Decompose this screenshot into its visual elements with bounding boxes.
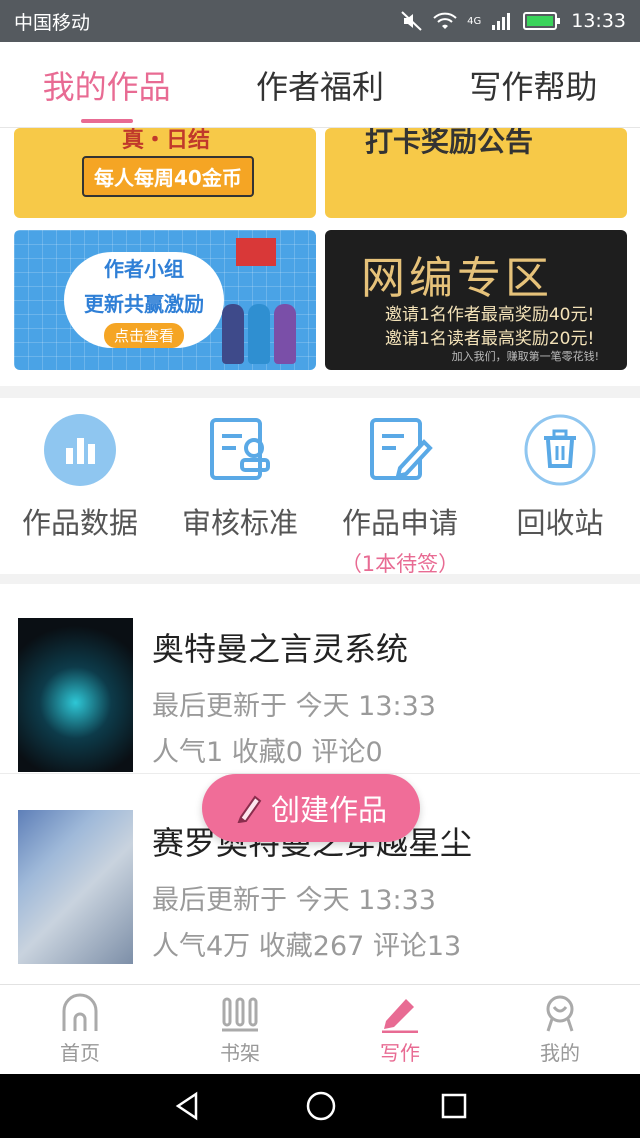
signal-icon [492,13,511,30]
tool-review-standard[interactable]: 审核标准 [160,398,320,574]
nav-home[interactable]: 首页 [0,985,160,1074]
tool-review-standard-label: 审核标准 [181,506,298,540]
carrier-label: 中国移动 [14,11,91,34]
banner-author-group[interactable]: 作者小组 更新共赢激励 点击查看 [14,230,316,370]
banner-author-group-card: 作者小组 更新共赢激励 点击查看 [64,252,224,348]
work-stats: 人气4万 收藏267 评论13 [152,931,462,962]
banner-view-button[interactable]: 点击查看 [103,322,184,348]
banner-checkin-reward-text: 打卡奖励公告 [365,128,534,158]
work-title: 奥特曼之言灵系统 [152,630,409,668]
status-icons: 4G 13:33 [401,10,626,32]
nav-home-label: 首页 [60,1041,100,1065]
nav-bookshelf[interactable]: 书架 [160,985,320,1074]
back-icon[interactable] [172,1091,202,1121]
recents-icon[interactable] [440,1092,468,1120]
clock: 13:33 [571,10,626,32]
bar-chart-icon [44,414,116,486]
tab-writing-help[interactable]: 写作帮助 [427,42,640,127]
tool-work-data-label: 作品数据 [21,506,138,540]
tools-row: 作品数据 审核标准 作品申请 （1本待签） 回收站 [0,398,640,576]
profile-icon [546,995,574,1032]
pen-icon [382,999,418,1033]
wifi-icon [433,12,457,29]
flag-icon [236,238,276,266]
banner-daily-coins[interactable]: 真・日结 每人每周40金币 [14,128,316,218]
pencil-icon [237,795,262,823]
review-doc-icon [204,414,276,486]
nav-bookshelf-label: 书架 [220,1041,260,1065]
mute-icon [401,11,422,31]
book-cover [18,810,133,964]
list-item[interactable]: 奥特曼之言灵系统 最后更新于 今天 13:33 人气1 收藏0 评论0 [0,584,640,774]
banner-editor-zone-footer: 加入我们，赚取第一笔零花钱! [451,350,599,363]
tool-work-data[interactable]: 作品数据 [0,398,160,574]
banner-editor-zone[interactable]: 网编专区 邀请1名作者最高奖励40元! 邀请1名读者最高奖励20元! 加入我们，… [325,230,627,370]
tool-recycle-bin-label: 回收站 [516,506,604,540]
people-illustration [222,304,296,364]
status-bar: 中国移动 4G 13:33 [0,0,640,42]
nav-write[interactable]: 写作 [320,985,480,1074]
work-stats: 人气1 收藏0 评论0 [152,737,383,768]
tool-recycle-bin[interactable]: 回收站 [480,398,640,574]
battery-icon [523,12,561,30]
edit-doc-icon [364,414,436,486]
tab-author-benefits[interactable]: 作者福利 [213,42,426,127]
banner-author-group-line2: 更新共赢激励 [84,291,204,316]
banner-author-group-line1: 作者小组 [104,256,184,281]
banner-editor-zone-line2: 邀请1名读者最高奖励20元! [385,329,595,349]
pending-sign-count: （1本待签） [340,552,460,576]
bottom-nav: 首页 书架 写作 我的 [0,984,640,1074]
book-cover [18,618,133,772]
tab-my-works[interactable]: 我的作品 [0,42,213,127]
banner-grid: 真・日结 每人每周40金币 打卡奖励公告 作者小组 更新共赢激励 点击查看 网编… [0,128,640,386]
nav-profile[interactable]: 我的 [480,985,640,1074]
top-tabs: 我的作品 作者福利 写作帮助 [0,42,640,128]
create-work-button[interactable]: 创建作品 [202,774,420,842]
home-circle-icon[interactable] [305,1090,337,1122]
create-work-label: 创建作品 [270,793,387,827]
bookshelf-icon [222,997,258,1032]
tool-work-apply-label: 作品申请 [341,506,458,540]
trash-icon [524,414,596,486]
home-icon [62,993,98,1031]
banner-editor-zone-title: 网编专区 [361,253,553,304]
banner-daily-coins-top: 真・日结 [122,128,211,153]
banner-daily-coins-text: 每人每周40金币 [82,156,254,197]
nav-profile-label: 我的 [540,1041,580,1065]
nav-write-label: 写作 [380,1041,420,1065]
tool-work-apply[interactable]: 作品申请 （1本待签） [320,398,480,576]
banner-editor-zone-line1: 邀请1名作者最高奖励40元! [385,305,595,325]
work-updated: 最后更新于 今天 13:33 [152,691,436,722]
network-label: 4G [467,15,482,27]
system-nav-bar [0,1074,640,1138]
work-updated: 最后更新于 今天 13:33 [152,885,436,916]
banner-checkin-reward[interactable]: 打卡奖励公告 [325,128,627,218]
